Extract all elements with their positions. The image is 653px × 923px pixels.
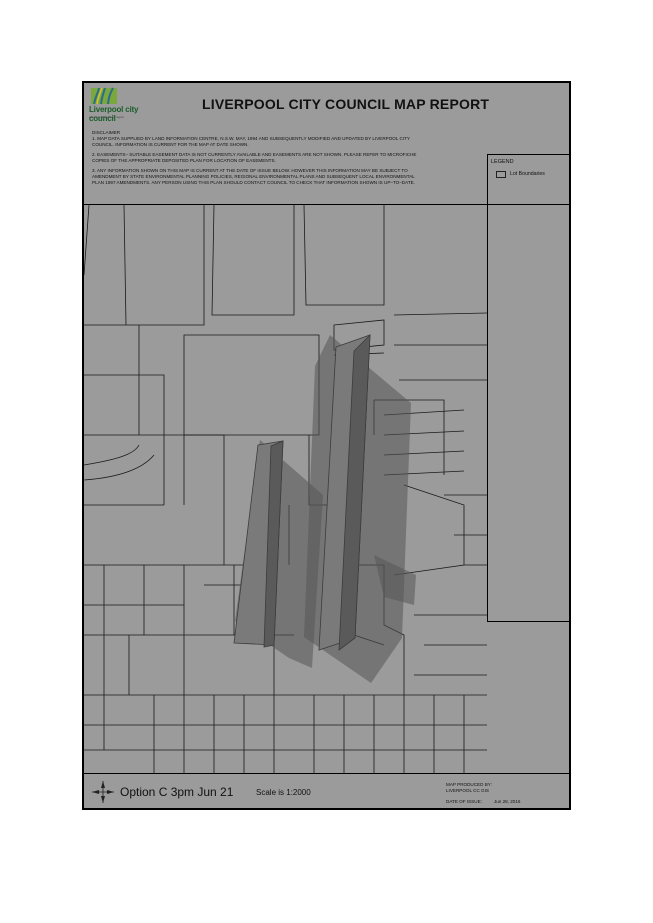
legend-panel: LEGEND Lot Boundaries <box>487 154 569 622</box>
logo-text: Liverpool city council <box>89 105 139 123</box>
disclaimer-block: DISCLAIMER 1. MAP DATA SUPPLIED BY LAND … <box>92 130 422 190</box>
producer-line: LIVERPOOL CC GIS <box>446 787 489 793</box>
map-sheet: Liverpool city council nature and herita… <box>82 81 571 810</box>
lot-boundary-swatch <box>496 171 506 178</box>
issue-date: DATE OF ISSUE: Jun 28, 2016 <box>446 799 520 804</box>
report-title: LIVERPOOL CITY COUNCIL MAP REPORT <box>202 96 490 112</box>
council-logo-icon: Liverpool city council nature and herita… <box>89 86 145 123</box>
disclaimer-item: 2. EASEMENTS– SUITABLE EASEMENT DATA IS … <box>92 152 417 163</box>
producer-credit: MAP PRODUCED BY: LIVERPOOL CC GIS <box>446 782 492 793</box>
issue-label: DATE OF ISSUE: <box>446 799 482 804</box>
legend-title: LEGEND <box>491 159 514 165</box>
disclaimer-item: 3. ANY INFORMATION SHOWN ON THIS MAP IS … <box>92 168 415 185</box>
legend-item-label: Lot Boundaries <box>510 171 545 177</box>
issue-value: Jun 28, 2016 <box>493 799 521 804</box>
logo-tagline: nature and heritage region <box>89 115 125 119</box>
disclaimer-item: 1. MAP DATA SUPPLIED BY LAND INFORMATION… <box>92 136 410 147</box>
producer-line: MAP PRODUCED BY: <box>446 782 492 787</box>
option-label: Option C 3pm Jun 21 <box>120 785 234 799</box>
logo-graphic <box>91 87 117 105</box>
north-arrow-icon <box>92 781 114 803</box>
map-canvas[interactable] <box>84 205 487 773</box>
map-footer: Option C 3pm Jun 21 Scale is 1:2000 MAP … <box>84 773 569 808</box>
scale-label: Scale is 1:2000 <box>256 788 311 797</box>
